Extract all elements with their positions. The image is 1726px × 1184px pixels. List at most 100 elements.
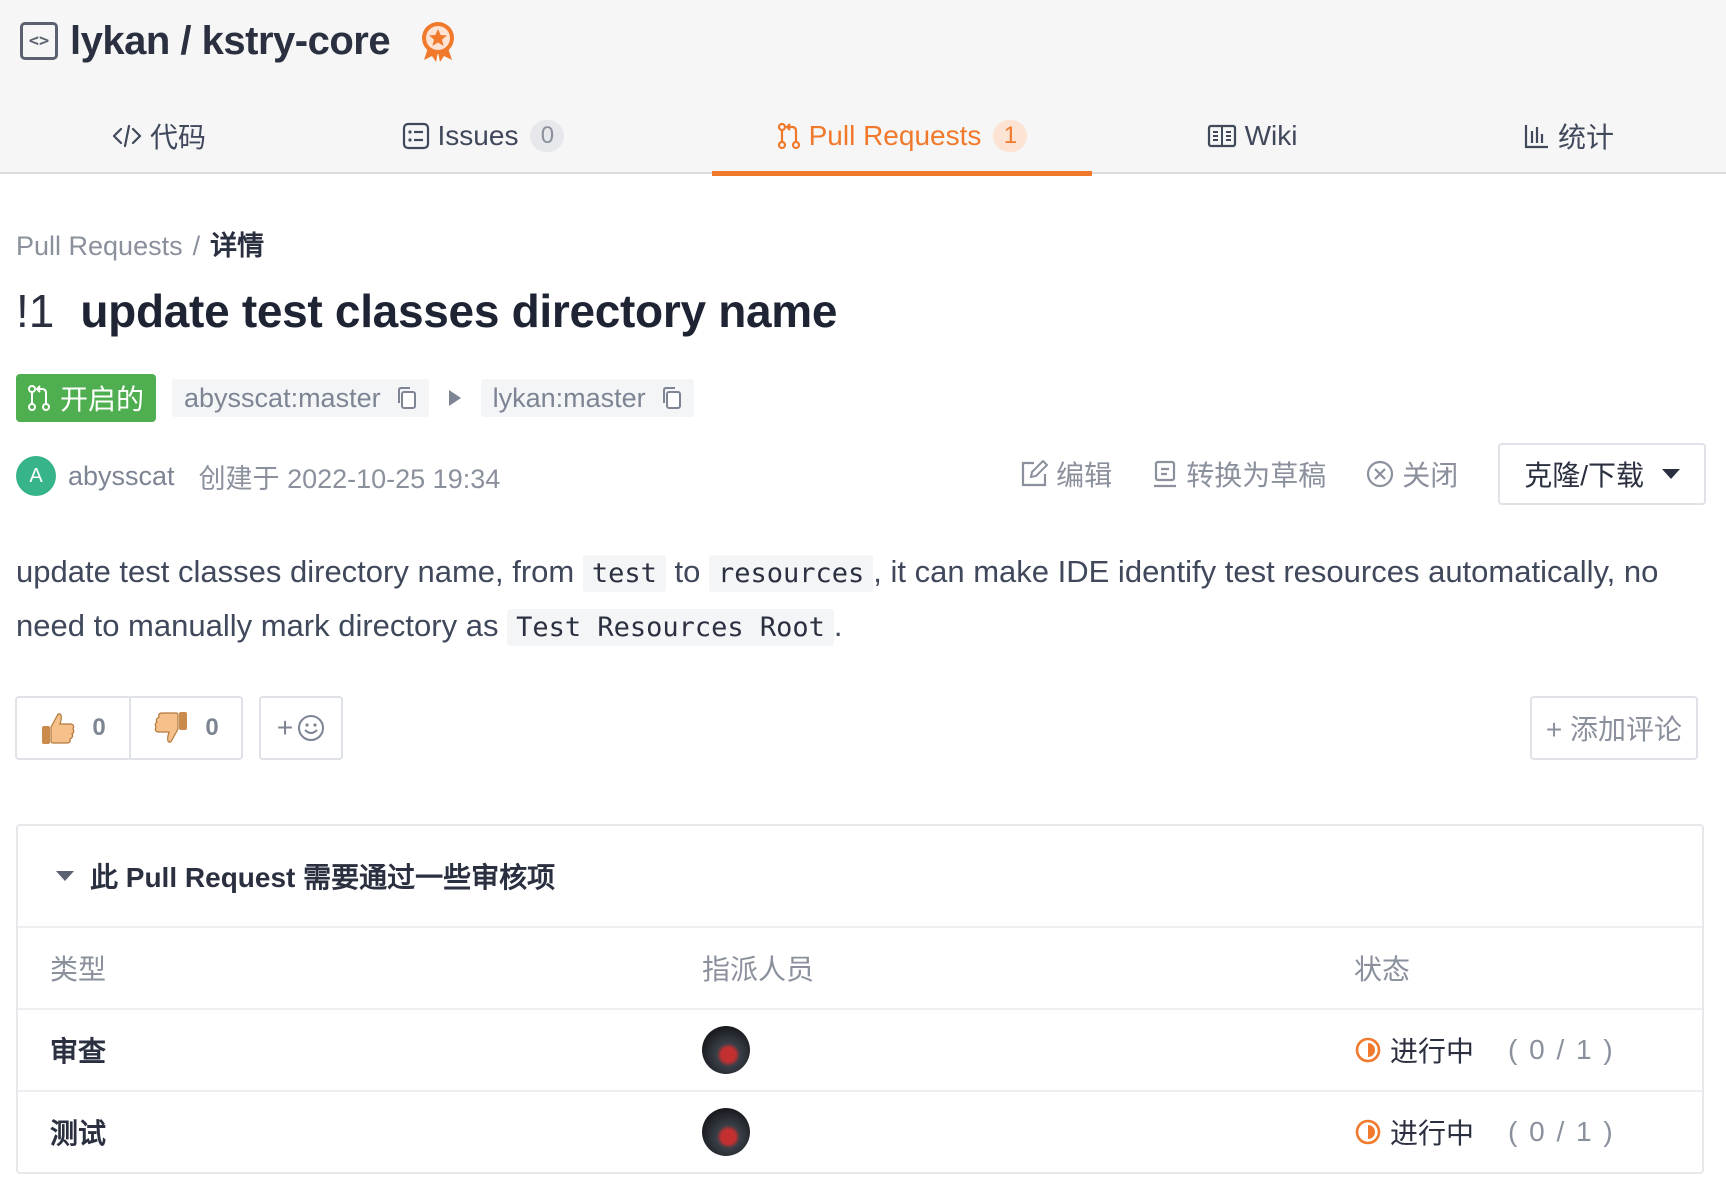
review-checks-panel: 此 Pull Request 需要通过一些审核项 类型 指派人员 状态 审查 进…	[16, 824, 1704, 1174]
tab-label: 统计	[1557, 122, 1614, 153]
assignee-cell	[702, 1092, 750, 1172]
edit-icon	[1022, 460, 1049, 487]
description-text: .	[833, 608, 843, 643]
inline-code: resources	[708, 555, 874, 592]
tab-stats[interactable]: 统计	[1412, 98, 1726, 174]
stats-icon	[1524, 123, 1550, 149]
pr-number: !1	[16, 285, 55, 337]
review-panel-header[interactable]: 此 Pull Request 需要通过一些审核项	[18, 826, 1702, 928]
target-branch-name: lykan:master	[492, 382, 646, 413]
merge-direction-arrow-icon	[448, 390, 461, 406]
thumbs-down-icon	[154, 712, 188, 743]
target-branch: lykan:master	[480, 379, 694, 417]
column-header-assignee: 指派人员	[702, 954, 815, 985]
pr-title: update test classes directory name	[80, 285, 838, 337]
collapse-caret-icon[interactable]	[56, 871, 74, 881]
pr-branch-row: 开启的 abysscat:master lykan:master	[16, 374, 694, 422]
issues-count-badge: 0	[530, 120, 565, 152]
repo-tabs: 代码 Issues 0 Pull Requests 1 Wiki 统计	[0, 98, 1726, 176]
reaction-bar: 0 0 +	[15, 696, 343, 760]
close-circle-icon	[1367, 460, 1394, 488]
repository-icon: <>	[20, 22, 58, 60]
breadcrumb-parent-link[interactable]: Pull Requests	[16, 231, 183, 261]
tab-issues[interactable]: Issues 0	[318, 98, 648, 174]
draft-icon	[1154, 460, 1177, 488]
status-badge: 开启的	[16, 374, 157, 422]
wiki-icon	[1207, 124, 1237, 148]
breadcrumb-separator: /	[192, 231, 201, 261]
breadcrumb-current: 详情	[210, 231, 265, 261]
edit-button[interactable]: 编辑	[1020, 454, 1112, 494]
copy-icon[interactable]	[662, 386, 682, 410]
close-pr-button[interactable]: 关闭	[1366, 454, 1458, 494]
created-timestamp: 创建于 2022-10-25 19:34	[198, 463, 501, 494]
progress-count: ( 0 / 1 )	[1508, 1034, 1615, 1065]
review-type: 审查	[50, 1036, 107, 1067]
tab-label: Issues	[437, 120, 519, 151]
thumbs-down-button[interactable]: 0	[129, 698, 241, 758]
copy-icon[interactable]	[397, 386, 417, 410]
review-status: 进行中 ( 0 / 1 )	[1354, 1092, 1615, 1172]
inline-code: test	[582, 555, 666, 592]
progress-count: ( 0 / 1 )	[1508, 1116, 1615, 1147]
add-reaction-plus: +	[276, 712, 294, 743]
status-label: 开启的	[60, 384, 145, 415]
column-header-type: 类型	[50, 954, 107, 985]
review-status: 进行中 ( 0 / 1 )	[1354, 1010, 1615, 1090]
description-text: update test classes directory name, from	[16, 554, 583, 589]
pr-meta: A abysscat 创建于 2022-10-25 19:34	[16, 454, 500, 498]
issues-icon	[402, 122, 430, 150]
description-text: to	[665, 554, 709, 589]
avatar[interactable]	[702, 1108, 750, 1156]
column-header-status: 状态	[1354, 954, 1411, 985]
close-label: 关闭	[1402, 460, 1459, 491]
draft-label: 转换为草稿	[1186, 460, 1327, 491]
source-branch-name: abysscat:master	[184, 382, 381, 413]
thumbs-down-count: 0	[205, 714, 219, 741]
avatar[interactable]: A	[16, 456, 56, 496]
clone-download-button[interactable]: 克隆/下载	[1498, 443, 1706, 505]
code-icon	[112, 123, 142, 149]
chevron-down-icon	[1662, 469, 1680, 479]
thumbs-up-icon	[42, 713, 75, 744]
avatar[interactable]	[702, 1026, 750, 1074]
smiley-icon	[298, 715, 325, 741]
status-text: 进行中	[1390, 1118, 1475, 1149]
tab-label: 代码	[149, 122, 206, 153]
breadcrumb: Pull Requests / 详情	[16, 224, 264, 263]
pull-request-icon	[777, 122, 801, 150]
in-progress-icon	[1355, 1119, 1381, 1145]
edit-label: 编辑	[1056, 460, 1113, 491]
pull-request-icon	[28, 385, 50, 411]
tab-label: Wiki	[1244, 120, 1298, 151]
table-row: 测试 进行中 ( 0 / 1 )	[18, 1092, 1702, 1172]
author-link[interactable]: abysscat	[68, 461, 175, 492]
pr-actions: 编辑 转换为草稿 关闭 克隆/下载	[1020, 443, 1706, 505]
tab-wiki[interactable]: Wiki	[1092, 98, 1412, 174]
add-reaction-button[interactable]: +	[259, 696, 343, 760]
convert-to-draft-button[interactable]: 转换为草稿	[1152, 454, 1326, 494]
recommended-badge-icon	[422, 22, 455, 62]
source-branch: abysscat:master	[172, 379, 429, 417]
table-row: 审查 进行中 ( 0 / 1 )	[18, 1010, 1702, 1092]
repo-header: <> lykan / kstry-core 代码 Issues 0 Pull R…	[0, 0, 1726, 176]
tab-label: Pull Requests	[808, 120, 982, 151]
thumbs-up-count: 0	[92, 714, 106, 741]
reaction-group: 0 0	[15, 696, 243, 760]
page-title: !1 update test classes directory name	[16, 284, 837, 338]
assignee-cell	[702, 1010, 750, 1090]
add-comment-button[interactable]: + 添加评论	[1529, 696, 1698, 760]
repo-title[interactable]: lykan / kstry-core	[70, 19, 391, 64]
status-text: 进行中	[1390, 1036, 1475, 1067]
inline-code: Test Resources Root	[507, 609, 834, 646]
pull-requests-count-badge: 1	[993, 120, 1028, 152]
thumbs-up-button[interactable]: 0	[17, 698, 129, 758]
review-type: 测试	[50, 1118, 107, 1149]
clone-label: 克隆/下载	[1524, 460, 1644, 491]
tab-pull-requests[interactable]: Pull Requests 1	[712, 98, 1092, 176]
repo-heading: <> lykan / kstry-core	[20, 14, 458, 68]
tab-code[interactable]: 代码	[0, 98, 318, 174]
review-table-header: 类型 指派人员 状态	[18, 928, 1702, 1010]
pr-description: update test classes directory name, from…	[16, 546, 1716, 654]
review-panel-title: 此 Pull Request 需要通过一些审核项	[90, 862, 556, 893]
